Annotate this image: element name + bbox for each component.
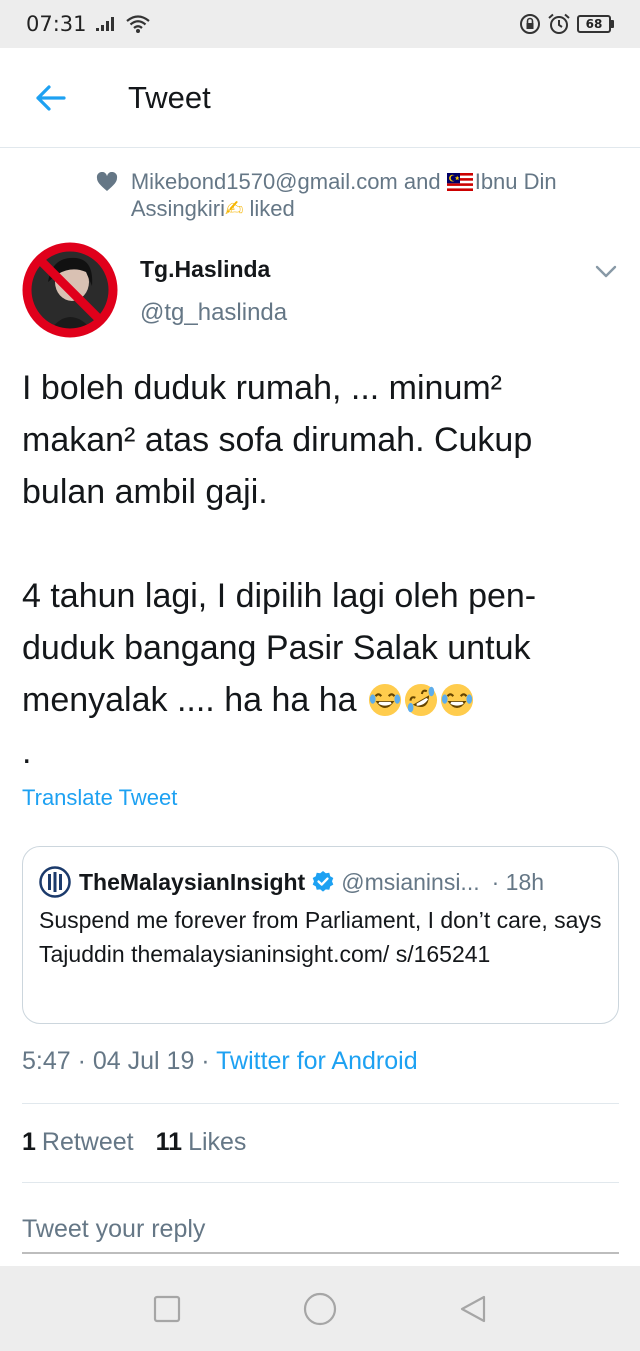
tweet-meta: 5:47 · 04 Jul 19 · Twitter for Android (22, 1047, 418, 1076)
arrow-left-icon (36, 84, 66, 111)
meta-separator: · (70, 1047, 93, 1075)
laughing-face-emoji (368, 683, 402, 717)
tweet-text: I boleh duduk rumah, ... minum² makan² a… (22, 362, 622, 778)
signal-icon (95, 17, 114, 31)
liker-conjunction: and (397, 169, 447, 194)
reply-input[interactable] (22, 1206, 619, 1254)
app-header: Tweet (0, 48, 640, 148)
home-button[interactable] (296, 1285, 344, 1333)
system-back-button[interactable] (449, 1285, 497, 1333)
lock-rotation-icon (520, 14, 540, 34)
liker-one[interactable]: Mikebond1570@gmail.com (131, 169, 398, 194)
status-time: 07:31 (26, 12, 87, 36)
avatar[interactable] (22, 242, 118, 338)
battery-level: 68 (577, 15, 611, 33)
alarm-icon (548, 13, 570, 34)
tweet-time: 5:47 (22, 1047, 71, 1075)
author-row: Tg.Haslinda @tg_haslinda (22, 242, 622, 342)
wifi-icon (125, 15, 150, 33)
retweet-count: 1 (22, 1128, 36, 1156)
square-icon (153, 1295, 180, 1322)
tweet-options-button[interactable] (590, 256, 622, 288)
laughing-face-emoji (440, 683, 474, 717)
quoted-account-name: TheMalaysianInsight (79, 868, 306, 895)
tweet-text-main: I boleh duduk rumah, ... minum² makan² a… (22, 369, 537, 719)
recent-apps-button[interactable] (143, 1285, 191, 1333)
status-right: 68 (519, 13, 614, 35)
tweet-date: 04 Jul 19 (92, 1047, 195, 1075)
quoted-account-handle: @msianinsi... (341, 868, 480, 895)
likes-stat[interactable]: 11 Likes (156, 1128, 247, 1157)
liker-two-emoji: ✍ (224, 196, 244, 221)
malaysia-flag-icon (446, 173, 473, 191)
tweet-stats: 1 Retweet 11 Likes (22, 1128, 246, 1157)
circle-icon (303, 1292, 337, 1325)
retweets-stat[interactable]: 1 Retweet (22, 1128, 134, 1157)
status-bar: 07:31 68 (0, 0, 640, 48)
social-context: Mikebond1570@gmail.com and Ibnu Din Assi… (96, 168, 616, 222)
translate-tweet-link[interactable]: Translate Tweet (22, 785, 177, 811)
system-nav-bar (0, 1266, 640, 1351)
battery-tip (611, 20, 614, 28)
quoted-tweet-card[interactable]: TheMalaysianInsight @msianinsi... · 18h … (22, 846, 619, 1024)
tweet-text-trailing: . (22, 733, 32, 771)
author-handle[interactable]: @tg_haslinda (140, 299, 287, 327)
divider (22, 1182, 619, 1183)
quoted-tweet-header: TheMalaysianInsight @msianinsi... · 18h (39, 865, 602, 899)
battery-icon: 68 (577, 15, 614, 33)
quoted-tweet-text: Suspend me forever from Parliament, I do… (39, 907, 602, 967)
heart-icon (96, 171, 119, 222)
author-name[interactable]: Tg.Haslinda (140, 256, 287, 283)
back-button[interactable] (20, 68, 80, 128)
social-context-text: Mikebond1570@gmail.com and Ibnu Din Assi… (131, 168, 616, 222)
quoted-tweet-time: · 18h (491, 868, 545, 895)
meta-separator: · (194, 1047, 217, 1075)
author-names: Tg.Haslinda @tg_haslinda (140, 256, 287, 342)
likes-label: Likes (188, 1128, 247, 1156)
quoted-account-logo (39, 866, 71, 898)
page-title: Tweet (128, 79, 211, 115)
likes-count: 11 (155, 1128, 183, 1156)
divider (22, 1103, 619, 1104)
status-left: 07:31 (26, 12, 151, 36)
rolling-laughing-face-emoji (404, 683, 438, 717)
retweet-label: Retweet (41, 1128, 134, 1156)
triangle-back-icon (461, 1295, 486, 1322)
chevron-down-icon (595, 265, 617, 278)
tweet-source-link[interactable]: Twitter for Android (216, 1047, 417, 1075)
verified-badge-icon (312, 871, 334, 892)
liked-suffix: liked (243, 196, 295, 221)
